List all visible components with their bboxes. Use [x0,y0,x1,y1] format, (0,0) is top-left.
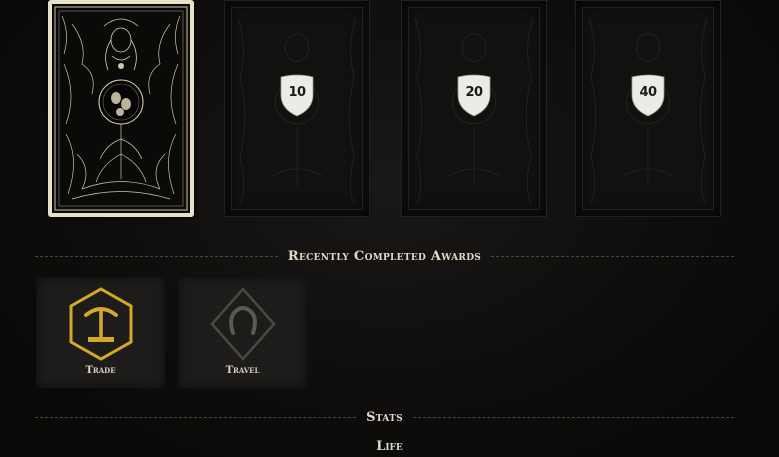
travel-award-emblem [210,287,276,361]
recent-awards-title: Recently Completed Awards [287,248,482,264]
divider [35,416,357,418]
tarot-ornament-icon [54,6,188,211]
level-requirement-value: 10 [288,85,306,100]
award-label-trade: Trade [85,365,116,376]
stats-header: Stats [35,407,734,427]
horseshoe-icon [210,287,276,361]
level-requirement-value: 20 [465,85,483,100]
trade-award-emblem [68,287,134,361]
level-requirement-badge: 20 [455,73,493,117]
divider [412,416,734,418]
level-requirement-badge: 40 [629,73,667,117]
level-requirement-badge: 10 [278,73,316,117]
award-tile-travel[interactable]: Travel [178,277,307,388]
tarot-card-locked[interactable]: 20 [401,0,547,217]
tarot-card-art [52,4,190,213]
level-requirement-value: 40 [639,85,657,100]
pickaxe-icon [69,287,133,361]
award-label-travel: Travel [225,365,260,376]
recent-awards-header: Recently Completed Awards [35,246,735,266]
stats-category-life: Life [376,439,403,454]
tarot-card-locked[interactable]: 10 [224,0,370,217]
tarot-cards-row: 10 20 40 [0,0,779,225]
tarot-card-unlocked[interactable] [48,0,194,217]
stats-title: Stats [366,409,403,425]
divider [35,255,278,257]
divider [491,255,735,257]
tarot-card-locked[interactable]: 40 [575,0,721,217]
award-tile-trade[interactable]: Trade [36,277,165,388]
